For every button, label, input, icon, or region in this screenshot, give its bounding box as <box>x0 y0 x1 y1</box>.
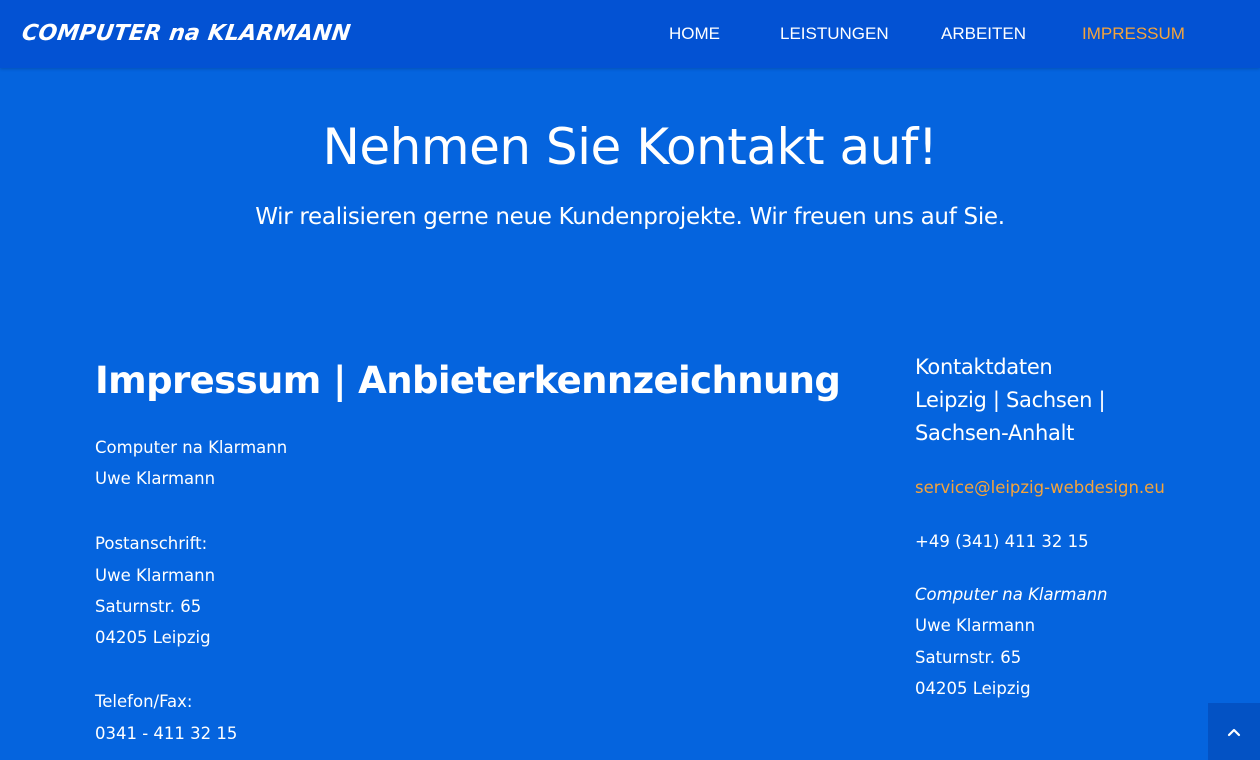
nav-leistungen[interactable]: LEISTUNGEN <box>780 22 889 46</box>
nav-arbeiten[interactable]: ARBEITEN <box>941 22 1026 46</box>
sidebar-email-link[interactable]: service@leipzig-webdesign.eu <box>915 476 1165 500</box>
sidebar-phone: +49 (341) 411 32 15 <box>915 532 1089 551</box>
nav-home[interactable]: HOME <box>669 22 720 46</box>
top-navbar: COMPUTER na KLARMANN HOME LEISTUNGEN ARB… <box>0 0 1260 68</box>
sidebar-heading-line-3: Sachsen-Anhalt <box>915 421 1075 445</box>
impressum-company: Computer na Klarmann <box>95 438 288 457</box>
postal-city: 04205 Leipzig <box>95 628 211 647</box>
sidebar-street: Saturnstr. 65 <box>915 648 1022 667</box>
postal-name: Uwe Klarmann <box>95 566 216 585</box>
hero-subtitle: Wir realisieren gerne neue Kundenprojekt… <box>255 204 1005 230</box>
sidebar-company: Computer na Klarmann <box>915 585 1108 604</box>
sidebar-name: Uwe Klarmann <box>915 616 1036 635</box>
sidebar-heading-line-1: Kontaktdaten <box>915 355 1053 379</box>
chevron-up-icon <box>1227 728 1241 736</box>
impressum-heading: Impressum | Anbieterkennzeichnung <box>95 359 841 402</box>
nav-impressum[interactable]: IMPRESSUM <box>1082 22 1185 46</box>
hero-title: Nehmen Sie Kontakt auf! <box>322 118 938 176</box>
sidebar-heading-line-2: Leipzig | Sachsen | <box>915 388 1106 412</box>
phone-number: 0341 - 411 32 15 <box>95 724 238 743</box>
postal-label: Postanschrift: <box>95 534 208 553</box>
postal-street: Saturnstr. 65 <box>95 597 202 616</box>
sidebar-city: 04205 Leipzig <box>915 679 1031 698</box>
scroll-to-top-button[interactable] <box>1208 703 1260 760</box>
impressum-owner: Uwe Klarmann <box>95 469 216 488</box>
main-nav: HOME LEISTUNGEN ARBEITEN IMPRESSUM <box>0 22 1260 46</box>
phone-label: Telefon/Fax: <box>95 692 193 711</box>
